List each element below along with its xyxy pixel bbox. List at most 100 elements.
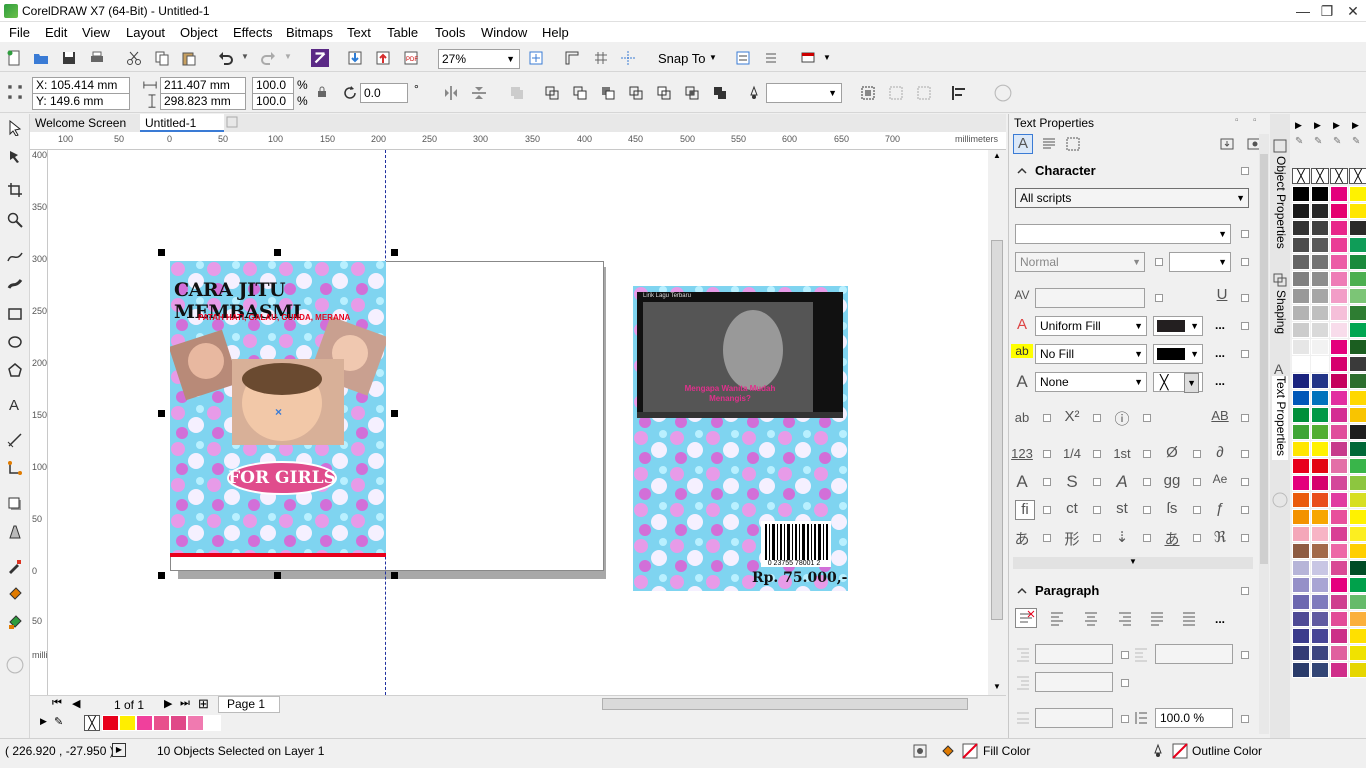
parallel-dimension-tool-icon[interactable]	[7, 432, 23, 448]
menu-layout[interactable]: Layout	[126, 25, 165, 40]
fractions-checkbox[interactable]	[1093, 450, 1101, 458]
expand-character-icon[interactable]: ▼	[1013, 557, 1253, 569]
page-tab[interactable]: Page 1	[218, 696, 280, 713]
palette-color-swatch[interactable]	[1349, 203, 1366, 219]
save-icon[interactable]	[61, 50, 77, 66]
mirror-vertical-icon[interactable]	[471, 85, 487, 101]
palette-color-swatch[interactable]	[1349, 475, 1366, 491]
last-page-icon[interactable]: ⏭	[180, 697, 190, 710]
selection-handle[interactable]	[391, 572, 398, 579]
palette-color-swatch[interactable]	[1349, 526, 1366, 542]
export-icon[interactable]	[375, 50, 391, 66]
palette-color-swatch[interactable]	[1311, 424, 1329, 440]
zoom-tool-icon[interactable]	[7, 212, 23, 228]
scroll-up-icon[interactable]: ▲	[993, 151, 1001, 160]
superscript-icon[interactable]: X²	[1061, 408, 1083, 425]
palette-color-swatch[interactable]	[1311, 373, 1329, 389]
tab-object-properties[interactable]: Object Properties	[1272, 156, 1288, 260]
interactive-fill-tool-icon[interactable]	[7, 586, 23, 602]
palette-color-swatch[interactable]	[1311, 339, 1329, 355]
palette-color-swatch[interactable]	[1330, 560, 1348, 576]
palette-color-swatch[interactable]	[1292, 662, 1310, 678]
palette-color-swatch[interactable]	[1330, 424, 1348, 440]
color-proof-icon[interactable]	[912, 743, 928, 759]
contextual-checkbox[interactable]	[1093, 478, 1101, 486]
palette-color-swatch[interactable]	[1349, 186, 1366, 202]
add-tool-icon[interactable]	[6, 656, 24, 674]
palette-color-swatch[interactable]	[1349, 645, 1366, 661]
titling-alternates-icon[interactable]: A	[1111, 472, 1133, 492]
section-checkbox[interactable]	[1241, 167, 1249, 175]
cut-icon[interactable]	[126, 50, 142, 66]
document-color-swatch[interactable]	[187, 715, 204, 731]
palette-color-swatch[interactable]	[1349, 339, 1366, 355]
undo-dropdown-icon[interactable]: ▼	[241, 52, 249, 61]
line-spacing-checkbox[interactable]	[1241, 715, 1249, 723]
palette-color-swatch[interactable]	[1349, 271, 1366, 287]
underline-checkbox[interactable]	[1241, 294, 1249, 302]
fill-settings-icon[interactable]: ...	[1215, 318, 1225, 332]
menu-window[interactable]: Window	[481, 25, 527, 40]
palette-color-swatch[interactable]	[1311, 526, 1329, 542]
menu-text[interactable]: Text	[347, 25, 371, 40]
back-cover-group[interactable]: Lirik Lagu Terbaru Mengapa Wanita Mudah …	[633, 286, 848, 591]
palette-color-swatch[interactable]	[1311, 662, 1329, 678]
palette-color-swatch[interactable]	[1311, 543, 1329, 559]
half-width-checkbox[interactable]	[1241, 534, 1249, 542]
palette-color-swatch[interactable]	[1330, 628, 1348, 644]
slashed-zero-icon[interactable]: Ø	[1161, 444, 1183, 461]
palette-1-no-color[interactable]: ╳	[1292, 168, 1310, 184]
smart-fill-tool-icon[interactable]	[7, 614, 23, 630]
welcome-dropdown-icon[interactable]: ▼	[823, 53, 831, 62]
palette-color-swatch[interactable]	[1292, 475, 1310, 491]
palette-4-eyedropper-icon[interactable]: ✎	[1352, 136, 1360, 147]
palette-color-swatch[interactable]	[1292, 407, 1310, 423]
selection-handle[interactable]	[391, 410, 398, 417]
docker-pin-icon[interactable]: ▫	[1235, 115, 1239, 126]
zoom-to-page-icon[interactable]	[528, 50, 544, 66]
palette-color-swatch[interactable]	[1330, 305, 1348, 321]
ligatures-checkbox[interactable]	[1043, 506, 1051, 514]
opentype-checkbox[interactable]	[1143, 414, 1151, 422]
fill-type-dropdown[interactable]: Uniform Fill ▼	[1035, 316, 1147, 336]
palette-color-swatch[interactable]	[1292, 271, 1310, 287]
snap-to-dropdown-icon[interactable]: ▼	[709, 53, 717, 62]
palette-color-swatch[interactable]	[1330, 356, 1348, 372]
force-justify-icon[interactable]	[1181, 610, 1197, 626]
numerals-checkbox[interactable]	[1043, 450, 1051, 458]
outline-width-select[interactable]: None ▼	[1035, 372, 1147, 392]
palette-color-swatch[interactable]	[1311, 186, 1329, 202]
options-icon[interactable]	[735, 50, 751, 66]
alignment-settings-icon[interactable]: ...	[1215, 612, 1225, 626]
palette-color-swatch[interactable]	[1311, 407, 1329, 423]
object-origin-icon[interactable]	[6, 83, 24, 101]
eyedropper-tool-icon[interactable]	[7, 558, 23, 574]
swash-icon[interactable]: ∂	[1209, 444, 1231, 461]
ellipse-tool-icon[interactable]	[7, 334, 23, 350]
palette-color-swatch[interactable]	[1292, 390, 1310, 406]
menu-object[interactable]: Object	[180, 25, 218, 40]
palette-color-swatch[interactable]	[1311, 356, 1329, 372]
palette-color-swatch[interactable]	[1292, 577, 1310, 593]
palette-flyout-icon[interactable]: ▶	[40, 716, 47, 727]
align-center-icon[interactable]	[1083, 610, 1099, 626]
f-alternate-icon[interactable]: ƒ	[1209, 500, 1231, 517]
palette-color-swatch[interactable]	[1292, 543, 1310, 559]
line-spacing-field[interactable]: 100.0 %	[1155, 708, 1233, 728]
palette-color-swatch[interactable]	[1349, 611, 1366, 627]
palette-3-no-color[interactable]: ╳	[1330, 168, 1348, 184]
no-alignment-button[interactable]	[1015, 608, 1037, 628]
palette-color-swatch[interactable]	[1311, 560, 1329, 576]
palette-color-swatch[interactable]	[1311, 220, 1329, 236]
docker-menu-icon[interactable]	[1219, 136, 1235, 152]
selection-handle[interactable]	[158, 410, 165, 417]
palette-color-swatch[interactable]	[1349, 322, 1366, 338]
palette-color-swatch[interactable]	[1311, 611, 1329, 627]
palette-color-swatch[interactable]	[1349, 662, 1366, 678]
slashed-zero-checkbox[interactable]	[1193, 450, 1201, 458]
palette-color-swatch[interactable]	[1330, 526, 1348, 542]
outline-pen-icon[interactable]	[746, 85, 762, 101]
palette-color-swatch[interactable]	[1349, 305, 1366, 321]
simplify-icon[interactable]	[712, 85, 728, 101]
palette-color-swatch[interactable]	[1330, 254, 1348, 270]
